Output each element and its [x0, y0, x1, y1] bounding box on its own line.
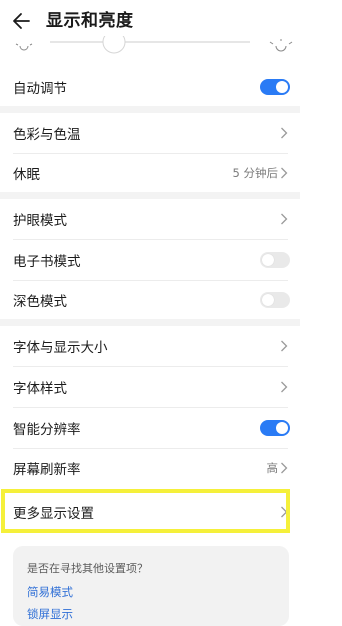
chevron-right-icon [281, 167, 288, 179]
font-style-row[interactable]: 字体样式 [0, 367, 300, 407]
font-style-label: 字体样式 [13, 381, 67, 397]
refresh-rate-value: 高 [266, 461, 279, 475]
section-gap [0, 319, 300, 326]
toggle-knob [276, 422, 288, 434]
sleep-value: 5 分钟后 [232, 166, 278, 180]
eye-care-label: 护眼模式 [13, 213, 67, 229]
sleep-label: 休眠 [13, 167, 40, 183]
toggle-knob [262, 254, 274, 266]
sleep-row[interactable]: 休眠 5 分钟后 [0, 154, 300, 192]
auto-adjust-row[interactable]: 自动调节 [0, 66, 300, 108]
suggestion-question: 是否在寻找其他设置项？ [27, 562, 148, 575]
ebook-toggle[interactable] [260, 252, 290, 268]
highlight-box [1, 489, 290, 533]
section-gap [0, 106, 300, 113]
link-simple-mode[interactable]: 简易模式 [27, 584, 73, 600]
page-title: 显示和亮度 [46, 11, 134, 31]
dark-mode-toggle[interactable] [260, 292, 290, 308]
font-size-row[interactable]: 字体与显示大小 [0, 326, 300, 366]
brightness-high-icon [269, 39, 293, 52]
link-lock-screen-display[interactable]: 锁屏显示 [27, 606, 73, 622]
slider-thumb [102, 30, 126, 54]
chevron-right-icon [281, 462, 288, 474]
refresh-rate-label: 屏幕刷新率 [13, 462, 81, 478]
eye-care-row[interactable]: 护眼模式 [0, 199, 300, 239]
auto-adjust-toggle[interactable] [260, 79, 290, 95]
title-bar: 显示和亮度 [0, 0, 342, 40]
ebook-label: 电子书模式 [13, 254, 81, 270]
chevron-right-icon [281, 340, 288, 352]
color-temp-row[interactable]: 色彩与色温 [0, 113, 300, 153]
back-arrow-icon[interactable] [10, 9, 34, 33]
color-temp-label: 色彩与色温 [13, 127, 81, 143]
brightness-low-icon [15, 43, 33, 51]
section-gap [0, 192, 300, 199]
suggestion-card: 是否在寻找其他设置项？ 简易模式 锁屏显示 [13, 546, 289, 626]
toggle-knob [262, 294, 274, 306]
smart-resolution-row[interactable]: 智能分辨率 [0, 408, 300, 448]
smart-resolution-label: 智能分辨率 [13, 422, 81, 438]
dark-mode-row[interactable]: 深色模式 [0, 281, 300, 319]
chevron-right-icon [281, 381, 288, 393]
chevron-right-icon [281, 127, 288, 139]
ebook-row[interactable]: 电子书模式 [0, 240, 300, 280]
dark-mode-label: 深色模式 [13, 294, 67, 310]
toggle-knob [276, 81, 288, 93]
brightness-slider[interactable] [0, 30, 300, 58]
font-size-label: 字体与显示大小 [13, 340, 108, 356]
refresh-rate-row[interactable]: 屏幕刷新率 高 [0, 449, 300, 487]
chevron-right-icon [281, 213, 288, 225]
auto-adjust-label: 自动调节 [13, 81, 67, 97]
smart-resolution-toggle[interactable] [260, 420, 290, 436]
